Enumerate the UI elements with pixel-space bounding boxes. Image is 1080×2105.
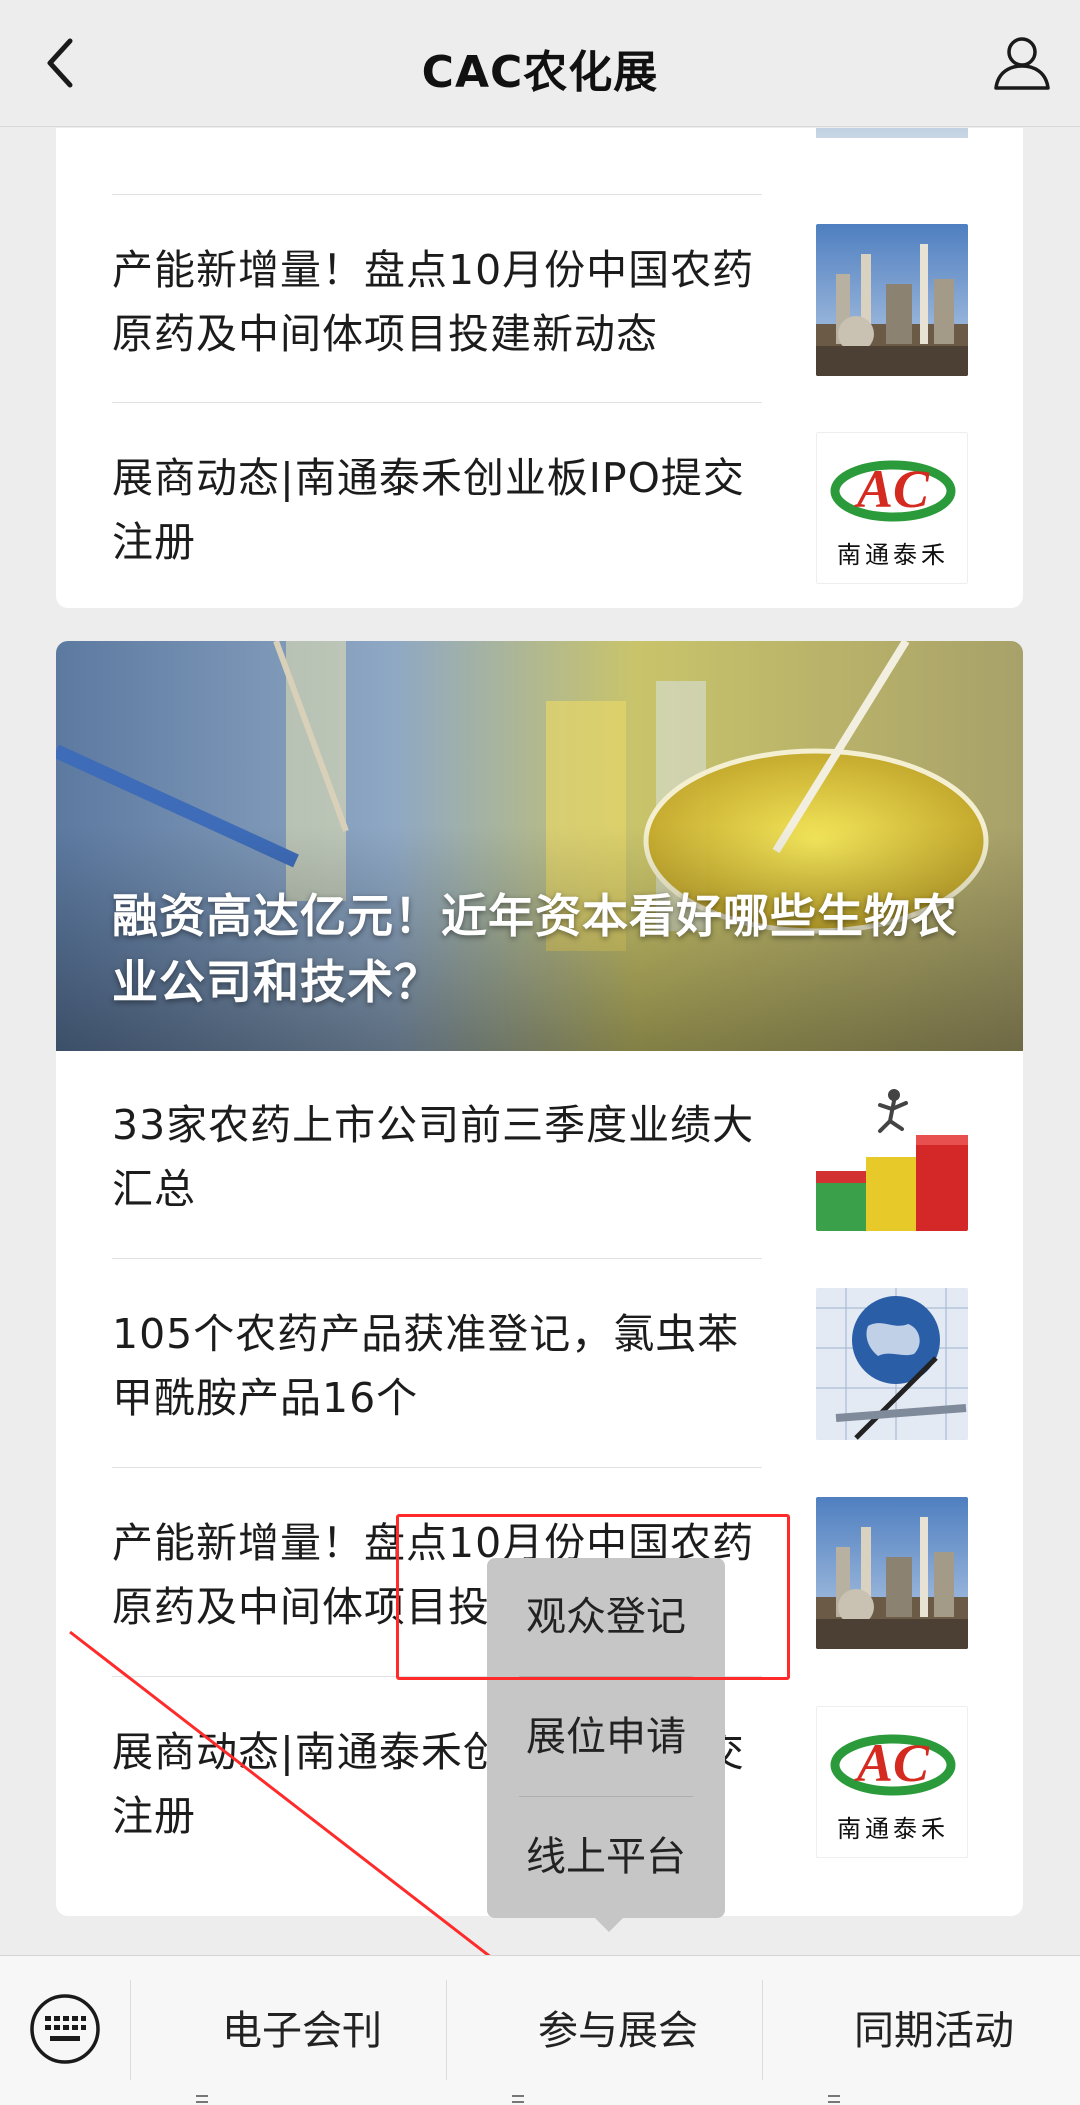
logo-text: 南通泰禾 xyxy=(837,1815,949,1843)
article-item[interactable]: 105个农药产品获准登记，氯虫苯甲酰胺产品16个 xyxy=(112,1260,968,1467)
divider xyxy=(446,1980,447,2080)
top-nav-bar: CAC农化展 xyxy=(0,0,1080,127)
menu-lines-icon xyxy=(196,2022,208,2103)
divider xyxy=(762,1980,763,2080)
divider xyxy=(112,194,762,195)
article-item[interactable]: 33家农药上市公司前三季度业绩大汇总 xyxy=(112,1051,968,1258)
article-title: 产能新增量！盘点10月份中国农药原药及中间体项目投建新动态 xyxy=(112,246,755,358)
article-group-card: 产能新增量！盘点10月份中国农药原药及中间体项目投建新动态 展商动态|南通泰禾创… xyxy=(56,128,1023,608)
article-title: 105个农药产品获准登记，氯虫苯甲酰胺产品16个 xyxy=(112,1310,740,1422)
refinery-thumbnail xyxy=(816,1497,968,1649)
menu-label: 参与展会 xyxy=(538,2008,698,2054)
divider xyxy=(112,1467,762,1468)
chart-thumbnail xyxy=(816,1079,968,1231)
article-title: 33家农药上市公司前三季度业绩大汇总 xyxy=(112,1101,755,1213)
refinery-thumbnail xyxy=(816,224,968,376)
article-thumbnail xyxy=(816,128,968,138)
globe-thumbnail xyxy=(816,1288,968,1440)
svg-text:AC: AC xyxy=(854,1733,930,1793)
hero-article[interactable]: 融资高达亿元！近年资本看好哪些生物农业公司和技术？ xyxy=(56,641,1023,1051)
svg-text:AC: AC xyxy=(854,459,930,519)
annotation-highlight-box xyxy=(396,1514,790,1680)
menu-concurrent-events[interactable]: 同期活动 xyxy=(764,1956,1078,2105)
menu-item-online-platform[interactable]: 线上平台 xyxy=(487,1798,725,1916)
logo-text: 南通泰禾 xyxy=(837,541,949,569)
company-logo-thumbnail: AC 南通泰禾 xyxy=(816,1706,968,1858)
article-item[interactable]: 展商动态|南通泰禾创业板IPO提交注册 AC 南通泰禾 xyxy=(112,404,968,608)
menu-lines-icon xyxy=(828,2022,840,2103)
company-logo-thumbnail: AC 南通泰禾 xyxy=(816,432,968,584)
divider xyxy=(130,1980,131,2080)
menu-label: 同期活动 xyxy=(854,2008,1014,2054)
menu-lines-icon xyxy=(512,2022,524,2103)
divider xyxy=(112,1258,762,1259)
keyboard-icon[interactable] xyxy=(28,1992,102,2066)
divider xyxy=(112,402,762,403)
article-title: 展商动态|南通泰禾创业板IPO提交注册 xyxy=(112,454,745,566)
menu-item-booth-application[interactable]: 展位申请 xyxy=(487,1678,725,1796)
menu-electronic-catalog[interactable]: 电子会刊 xyxy=(132,1956,446,2105)
article-item[interactable]: 产能新增量！盘点10月份中国农药原药及中间体项目投建新动态 xyxy=(112,196,968,403)
menu-label: 电子会刊 xyxy=(222,2008,382,2054)
profile-icon[interactable] xyxy=(990,30,1054,94)
hero-title: 融资高达亿元！近年资本看好哪些生物农业公司和技术？ xyxy=(112,889,958,1009)
divider xyxy=(519,1796,693,1797)
bottom-menu-bar: 电子会刊 参与展会 同期活动 xyxy=(0,1955,1080,2105)
page-title: CAC农化展 xyxy=(421,47,659,98)
menu-join-exhibition[interactable]: 参与展会 xyxy=(448,1956,762,2105)
